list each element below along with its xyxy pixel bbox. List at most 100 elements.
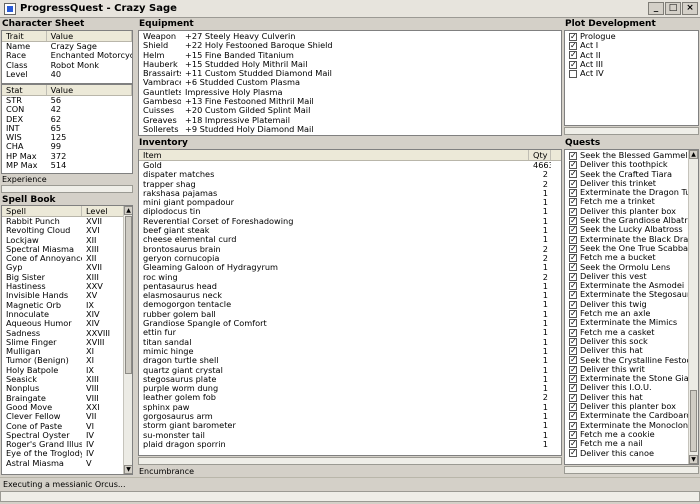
- level-header[interactable]: Level: [82, 206, 124, 216]
- table-row[interactable]: Clever Fellow VII: [2, 412, 132, 421]
- table-row[interactable]: Seasick XIII: [2, 375, 132, 384]
- table-row[interactable]: leather golem fob 2: [139, 393, 561, 402]
- table-row[interactable]: plaid dragon sporrin 1: [139, 440, 561, 449]
- table-row[interactable]: gorgosaurus arm 1: [139, 412, 561, 421]
- table-row[interactable]: STR 56: [2, 96, 132, 105]
- checkbox-icon[interactable]: [569, 244, 577, 253]
- checkbox-icon[interactable]: [569, 151, 577, 160]
- table-row[interactable]: brontosaurus brain 2: [139, 245, 561, 254]
- table-row[interactable]: Nonplus VIII: [2, 384, 132, 393]
- checkbox-icon[interactable]: [569, 272, 577, 281]
- table-row[interactable]: HP Max 372: [2, 152, 132, 161]
- table-row[interactable]: Lockjaw XII: [2, 236, 132, 245]
- checkbox-icon[interactable]: [569, 328, 577, 337]
- table-row[interactable]: Tumor (Benign) XI: [2, 356, 132, 365]
- scroll-thumb[interactable]: [125, 216, 132, 374]
- table-row[interactable]: Greaves +18 Impressive Platemail: [139, 116, 561, 125]
- checkbox-icon[interactable]: [569, 188, 577, 198]
- checkbox-icon[interactable]: [569, 32, 577, 41]
- checkbox-icon[interactable]: [569, 262, 577, 272]
- table-row[interactable]: trapper shag 2: [139, 180, 561, 189]
- table-row[interactable]: Astral Miasma V: [2, 459, 132, 468]
- checkbox-icon[interactable]: [569, 337, 577, 346]
- table-row[interactable]: beef giant steak 1: [139, 226, 561, 235]
- table-row[interactable]: dragon turtle shell 1: [139, 356, 561, 365]
- table-row[interactable]: Cuisses +20 Custom Gilded Splint Mail: [139, 106, 561, 115]
- table-row[interactable]: WIS 125: [2, 133, 132, 142]
- scroll-up-icon[interactable]: ▲: [124, 206, 132, 215]
- checkbox-icon[interactable]: [569, 346, 577, 356]
- stat-header[interactable]: Stat: [2, 85, 47, 95]
- qty-header[interactable]: Qty: [529, 150, 551, 160]
- table-row[interactable]: Revolting Cloud XVI: [2, 226, 132, 235]
- checkbox-icon[interactable]: [569, 160, 577, 170]
- scroll-down-icon[interactable]: ▼: [124, 465, 132, 474]
- table-row[interactable]: Gyp XVII: [2, 263, 132, 272]
- table-row[interactable]: su-monster tail 1: [139, 431, 561, 440]
- checkbox-icon[interactable]: [569, 235, 577, 244]
- checkbox-icon[interactable]: [569, 439, 577, 449]
- table-row[interactable]: Race Enchanted Motorcycle: [2, 51, 132, 60]
- table-row[interactable]: Gold 4663: [139, 161, 561, 170]
- table-row[interactable]: Braingate VIII: [2, 394, 132, 403]
- checkbox-icon[interactable]: [569, 60, 577, 69]
- table-row[interactable]: diplodocus tin 1: [139, 207, 561, 216]
- checkbox-icon[interactable]: [569, 216, 577, 225]
- checkbox-icon[interactable]: [569, 169, 577, 179]
- table-row[interactable]: stegosaurus plate 1: [139, 375, 561, 384]
- table-row[interactable]: rubber golem ball 1: [139, 310, 561, 319]
- value-header[interactable]: Value: [47, 31, 132, 41]
- checkbox-icon[interactable]: [569, 448, 577, 458]
- quest-scroll-thumb[interactable]: [690, 390, 697, 452]
- maximize-button[interactable]: □: [665, 2, 681, 15]
- table-row[interactable]: Level 40: [2, 70, 132, 79]
- checkbox-icon[interactable]: [569, 411, 577, 421]
- table-row[interactable]: Grandiose Spangle of Comfort 1: [139, 319, 561, 328]
- checkbox-icon[interactable]: [569, 253, 577, 263]
- checkbox-icon[interactable]: [569, 365, 577, 374]
- checkbox-icon[interactable]: [569, 355, 577, 365]
- checkbox-icon[interactable]: [569, 290, 577, 300]
- table-row[interactable]: MP Max 514: [2, 161, 132, 170]
- table-row[interactable]: Hauberk +15 Studded Holy Mithril Mail: [139, 60, 561, 69]
- minimize-button[interactable]: _: [648, 2, 664, 15]
- checkbox-icon[interactable]: [569, 207, 577, 216]
- table-row[interactable]: Innoculate XIV: [2, 310, 132, 319]
- table-row[interactable]: Weapon +27 Steely Heavy Culverin: [139, 32, 561, 41]
- item-header[interactable]: Item: [139, 150, 529, 160]
- table-row[interactable]: CON 42: [2, 105, 132, 114]
- table-row[interactable]: mimic hinge 1: [139, 347, 561, 356]
- table-row[interactable]: sphinx paw 1: [139, 403, 561, 412]
- table-row[interactable]: Sollerets +9 Studded Holy Diamond Mail: [139, 125, 561, 134]
- checkbox-icon[interactable]: [569, 402, 577, 411]
- stat-value-header[interactable]: Value: [47, 85, 132, 95]
- table-row[interactable]: mini giant pompadour 1: [139, 198, 561, 207]
- table-row[interactable]: Sadness XXVIII: [2, 329, 132, 338]
- table-row[interactable]: Vambraces +6 Studded Custom Plasma: [139, 78, 561, 87]
- quest-scroll-up-icon[interactable]: ▲: [689, 150, 698, 159]
- checkbox-icon[interactable]: [569, 50, 577, 60]
- table-row[interactable]: Name Crazy Sage: [2, 42, 132, 51]
- checkbox-icon[interactable]: [569, 430, 577, 439]
- table-row[interactable]: Cone of Paste VI: [2, 422, 132, 431]
- table-row[interactable]: titan sandal 1: [139, 338, 561, 347]
- checkbox-icon[interactable]: [569, 374, 577, 384]
- table-row[interactable]: Cone of Annoyance XII: [2, 254, 132, 263]
- table-row[interactable]: Reverential Corset of Foreshadowing 1: [139, 217, 561, 226]
- table-row[interactable]: Helm +15 Fine Banded Titanium: [139, 51, 561, 60]
- spell-header[interactable]: Spell: [2, 206, 82, 216]
- checkbox-icon[interactable]: [569, 393, 577, 402]
- table-row[interactable]: Shield +22 Holy Festooned Baroque Shield: [139, 41, 561, 50]
- checkbox-icon[interactable]: [569, 421, 577, 430]
- table-row[interactable]: roc wing 2: [139, 273, 561, 282]
- table-row[interactable]: Hastiness XXV: [2, 282, 132, 291]
- checkbox-icon[interactable]: [569, 225, 577, 235]
- table-row[interactable]: Roger's Grand Illusion IV: [2, 440, 132, 449]
- checkbox-icon[interactable]: [569, 309, 577, 318]
- table-row[interactable]: Holy Batpole IX: [2, 366, 132, 375]
- table-row[interactable]: Spectral Oyster IV: [2, 431, 132, 440]
- table-row[interactable]: Rabbit Punch XVII: [2, 217, 132, 226]
- table-row[interactable]: Gauntlets Impressive Holy Plasma: [139, 88, 561, 97]
- checkbox-icon[interactable]: [569, 41, 577, 51]
- checkbox-icon[interactable]: [569, 281, 577, 291]
